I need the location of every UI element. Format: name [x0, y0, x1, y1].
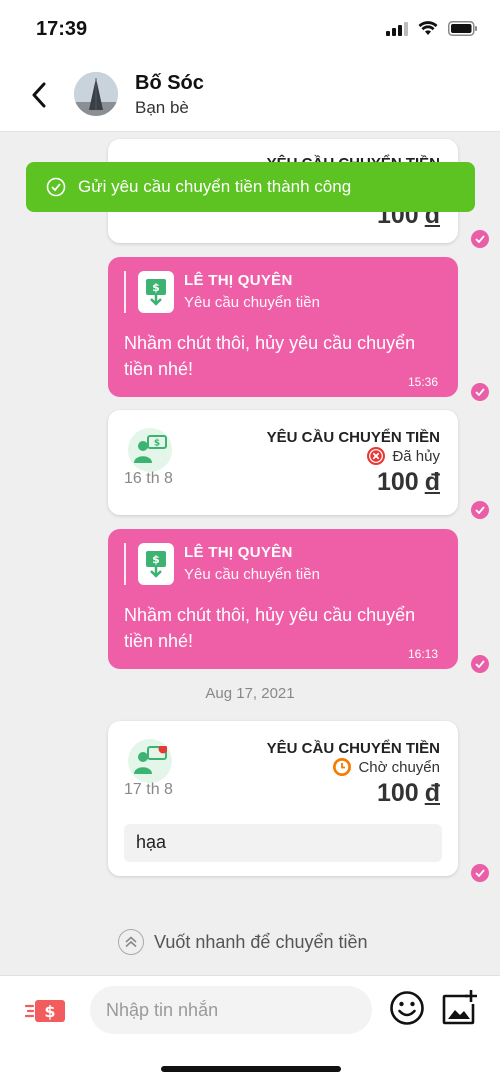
send-money-button[interactable]: $ — [24, 996, 68, 1026]
quoted-sender: LÊ THỊ QUYÊN — [184, 544, 293, 561]
sent-check-icon — [471, 501, 489, 519]
svg-text:$: $ — [44, 1002, 55, 1021]
double-chevron-up-icon — [118, 929, 144, 955]
request-amount: 100 đ — [377, 468, 440, 496]
message-text: Nhầm chút thôi, hủy yêu cầu chuyển tiền … — [124, 333, 416, 379]
message-time: 16:13 — [407, 647, 438, 661]
message-input[interactable] — [90, 986, 372, 1034]
contact-name: Bố Sóc — [135, 72, 204, 94]
money-request-person-icon: $ — [128, 428, 172, 472]
status-icons — [386, 21, 478, 36]
status-text: Chờ chuyển — [358, 758, 440, 776]
status-text: Đã hủy — [392, 447, 440, 465]
smiley-icon — [390, 991, 424, 1025]
money-request-card[interactable]: 17 th 8 YÊU CẦU CHUYỂN TIỀN Chờ chuyển 1… — [108, 721, 458, 876]
success-toast: Gửi yêu cầu chuyển tiền thành công — [26, 162, 475, 212]
avatar[interactable] — [74, 72, 118, 116]
clock-icon — [333, 758, 352, 776]
quoted-type: Yêu cầu chuyển tiền — [184, 294, 320, 311]
image-plus-icon — [442, 990, 477, 1025]
reply-message[interactable]: $ LÊ THỊ QUYÊN Yêu cầu chuyển tiền Nhầm … — [108, 257, 458, 397]
home-indicator — [161, 1066, 341, 1072]
quoted-sender: LÊ THỊ QUYÊN — [184, 272, 293, 289]
contact-relationship: Bạn bè — [135, 98, 189, 117]
attach-image-button[interactable] — [442, 988, 478, 1026]
send-money-icon: $ — [25, 1000, 65, 1022]
sent-check-icon — [471, 383, 489, 401]
x-circle-icon — [367, 447, 386, 465]
status-time: 17:39 — [36, 18, 88, 40]
status-bar: 17:39 — [0, 0, 500, 62]
swipe-hint-text: Vuốt nhanh để chuyển tiền — [154, 931, 368, 952]
money-request-person-icon — [128, 739, 172, 783]
toast-text: Gửi yêu cầu chuyển tiền thành công — [78, 177, 352, 196]
request-status: Chờ chuyển — [332, 757, 440, 777]
money-request-card[interactable]: $ 16 th 8 YÊU CẦU CHUYỂN TIỀN Đã hủy 100… — [108, 410, 458, 515]
message-input-bar: $ — [0, 975, 500, 1082]
money-request-icon: $ — [138, 543, 174, 585]
swipe-to-transfer-hint[interactable]: Vuốt nhanh để chuyển tiền — [118, 929, 368, 955]
quoted-message[interactable]: $ LÊ THỊ QUYÊN Yêu cầu chuyển tiền — [124, 543, 439, 585]
wifi-icon — [418, 21, 438, 35]
battery-icon — [448, 21, 477, 36]
svg-text:$: $ — [152, 281, 160, 294]
request-date: 17 th 8 — [124, 781, 173, 798]
message-time: 15:36 — [407, 375, 438, 389]
request-amount: 100 đ — [377, 779, 440, 807]
signal-icon — [386, 21, 408, 36]
sent-check-icon — [471, 864, 489, 882]
quoted-message[interactable]: $ LÊ THỊ QUYÊN Yêu cầu chuyển tiền — [124, 271, 439, 313]
chevron-left-icon — [32, 82, 46, 108]
chat-area[interactable]: YÊU CẦU CHUYỂN TIỀN 100đ $ LÊ THỊ QUYÊN … — [0, 133, 500, 975]
request-title: YÊU CẦU CHUYỂN TIỀN — [266, 740, 440, 757]
request-status: Đã hủy — [366, 446, 440, 466]
svg-text:$: $ — [154, 439, 160, 449]
request-title: YÊU CẦU CHUYỂN TIỀN — [266, 429, 440, 446]
date-separator: Aug 17, 2021 — [205, 685, 295, 702]
request-date: 16 th 8 — [124, 470, 173, 487]
sent-check-icon — [471, 230, 489, 248]
check-circle-icon — [46, 177, 66, 197]
message-text: Nhầm chút thôi, hủy yêu cầu chuyển tiền … — [124, 605, 416, 651]
reply-message[interactable]: $ LÊ THỊ QUYÊN Yêu cầu chuyển tiền Nhầm … — [108, 529, 458, 669]
sent-check-icon — [471, 655, 489, 673]
chat-header: Bố Sóc Bạn bè — [0, 62, 500, 132]
quoted-type: Yêu cầu chuyển tiền — [184, 566, 320, 583]
request-note: hạa — [124, 824, 442, 862]
svg-text:$: $ — [152, 553, 160, 566]
avatar-photo — [74, 72, 118, 116]
back-button[interactable] — [22, 78, 56, 112]
emoji-button[interactable] — [389, 990, 425, 1026]
money-request-icon: $ — [138, 271, 174, 313]
